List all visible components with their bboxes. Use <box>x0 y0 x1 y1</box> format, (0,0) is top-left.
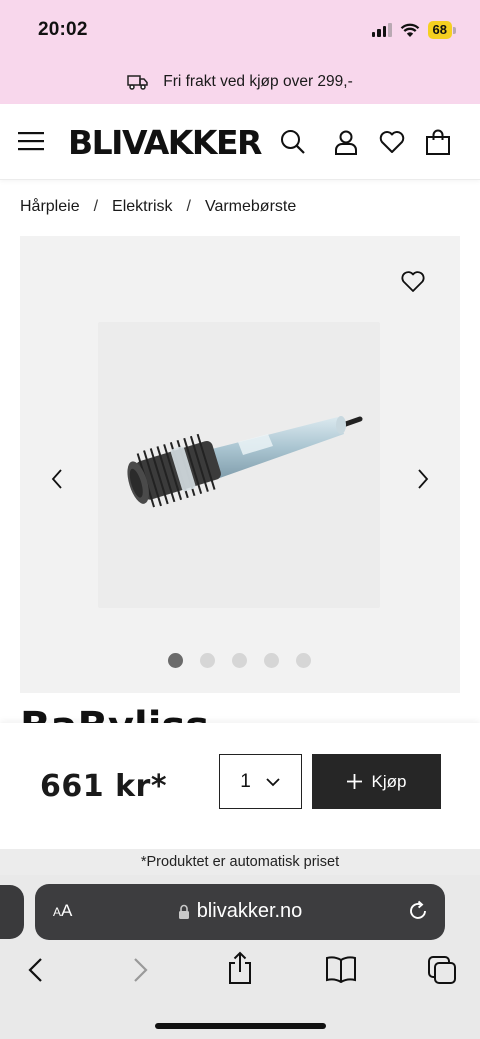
url-display[interactable]: blivakker.no <box>35 900 445 923</box>
breadcrumb-separator: / <box>93 198 99 215</box>
cart-bag-icon[interactable] <box>424 128 452 156</box>
battery-level: 68 <box>427 21 452 39</box>
lock-icon <box>178 904 189 919</box>
menu-icon[interactable] <box>18 130 44 152</box>
battery-cap <box>453 26 456 34</box>
address-bar[interactable]: AA blivakker.no <box>35 884 445 940</box>
breadcrumb: Hårpleie / Elektrisk / Varmebørste <box>20 198 296 216</box>
home-indicator <box>155 1023 326 1029</box>
status-icons: 68 <box>371 20 456 40</box>
hot-air-brush-image <box>127 416 363 508</box>
browser-toolbar: AA blivakker.no <box>0 875 480 1039</box>
site-logo[interactable]: BLIVAKKER <box>68 122 262 164</box>
gallery-pagination <box>168 653 311 668</box>
chevron-right-icon[interactable] <box>416 468 430 490</box>
browser-nav-row <box>0 951 480 999</box>
account-icon[interactable] <box>332 128 360 156</box>
breadcrumb-item-harpleie[interactable]: Hårpleie <box>20 198 80 216</box>
gallery-dot[interactable] <box>264 653 279 668</box>
share-icon[interactable] <box>226 951 254 985</box>
product-page: 20:02 68 Fri frakt ved kjøp over 299,- B… <box>0 0 480 1039</box>
chevron-left-icon[interactable] <box>50 468 64 490</box>
search-icon[interactable] <box>279 128 307 156</box>
breadcrumb-item-varmeborste[interactable]: Varmebørste <box>205 198 296 216</box>
status-bar: 20:02 68 <box>0 0 480 60</box>
tabs-icon[interactable] <box>427 955 457 985</box>
quantity-select[interactable]: 1 <box>219 754 302 809</box>
gallery-dot[interactable] <box>232 653 247 668</box>
gallery-dot[interactable] <box>296 653 311 668</box>
quantity-value: 1 <box>240 770 251 792</box>
wifi-icon <box>400 23 419 37</box>
wishlist-heart-icon[interactable] <box>378 128 406 156</box>
reload-icon[interactable] <box>407 900 429 922</box>
product-image <box>98 322 380 608</box>
forward-icon[interactable] <box>130 955 150 985</box>
cellular-signal-icon <box>371 23 392 37</box>
buy-button-label: Kjøp <box>371 771 407 791</box>
product-price: 661 kr* <box>40 769 168 804</box>
free-shipping-banner: Fri frakt ved kjøp over 299,- <box>0 60 480 104</box>
gallery-dot-active[interactable] <box>168 653 183 668</box>
url-text: blivakker.no <box>196 900 303 922</box>
previous-tab-preview[interactable] <box>0 885 24 939</box>
gallery-dot[interactable] <box>200 653 215 668</box>
buy-button[interactable]: Kjøp <box>312 754 441 809</box>
truck-icon <box>127 75 148 90</box>
chevron-down-icon <box>266 777 280 786</box>
status-time: 20:02 <box>38 19 88 40</box>
sticky-buy-bar: 661 kr* 1 Kjøp <box>0 723 480 849</box>
product-image-gallery[interactable] <box>20 236 460 693</box>
breadcrumb-item-elektrisk[interactable]: Elektrisk <box>112 198 172 216</box>
battery-indicator: 68 <box>427 21 456 39</box>
auto-priced-note: *Produktet er automatisk priset <box>0 849 480 875</box>
favorite-heart-icon[interactable] <box>400 269 426 293</box>
site-header: BLIVAKKER <box>0 104 480 180</box>
plus-icon <box>346 774 362 789</box>
back-icon[interactable] <box>26 955 46 985</box>
bookmarks-icon[interactable] <box>325 955 357 983</box>
breadcrumb-separator: / <box>186 198 191 215</box>
free-shipping-text: Fri frakt ved kjøp over 299,- <box>163 73 353 90</box>
